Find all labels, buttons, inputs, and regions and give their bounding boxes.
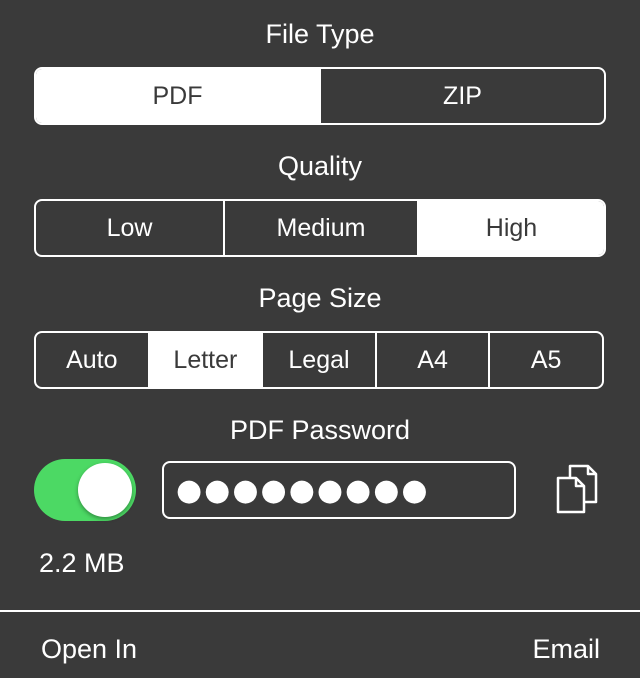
- copy-icon[interactable]: [552, 462, 600, 516]
- page-size-segmented-control: Auto Letter Legal A4 A5: [34, 331, 604, 389]
- page-size-option-letter[interactable]: Letter: [147, 333, 262, 387]
- pdf-password-input[interactable]: ●●●●●●●●●: [162, 461, 516, 519]
- page-size-option-auto[interactable]: Auto: [36, 333, 148, 387]
- file-type-title: File Type: [265, 19, 375, 49]
- copy-icon-graphic: [556, 464, 598, 514]
- page-size-option-a5[interactable]: A5: [488, 333, 602, 387]
- file-size-label: 2.2 MB: [39, 548, 125, 578]
- open-in-button[interactable]: Open In: [41, 634, 137, 665]
- footer-divider: [0, 610, 640, 612]
- page-size-option-legal[interactable]: Legal: [261, 333, 375, 387]
- pdf-password-title: PDF Password: [229, 415, 411, 445]
- quality-option-high[interactable]: High: [417, 201, 604, 255]
- email-button[interactable]: Email: [532, 634, 600, 665]
- quality-title: Quality: [277, 151, 363, 181]
- file-type-segmented-control: PDF ZIP: [34, 67, 606, 125]
- page-size-title: Page Size: [258, 283, 382, 313]
- file-type-option-pdf[interactable]: PDF: [36, 69, 319, 123]
- pdf-password-toggle[interactable]: [34, 459, 136, 521]
- quality-segmented-control: Low Medium High: [34, 199, 606, 257]
- quality-option-low[interactable]: Low: [36, 201, 223, 255]
- page-size-option-a4[interactable]: A4: [374, 333, 489, 387]
- quality-option-medium[interactable]: Medium: [223, 201, 417, 255]
- toggle-knob: [78, 463, 132, 517]
- file-type-option-zip[interactable]: ZIP: [319, 69, 604, 123]
